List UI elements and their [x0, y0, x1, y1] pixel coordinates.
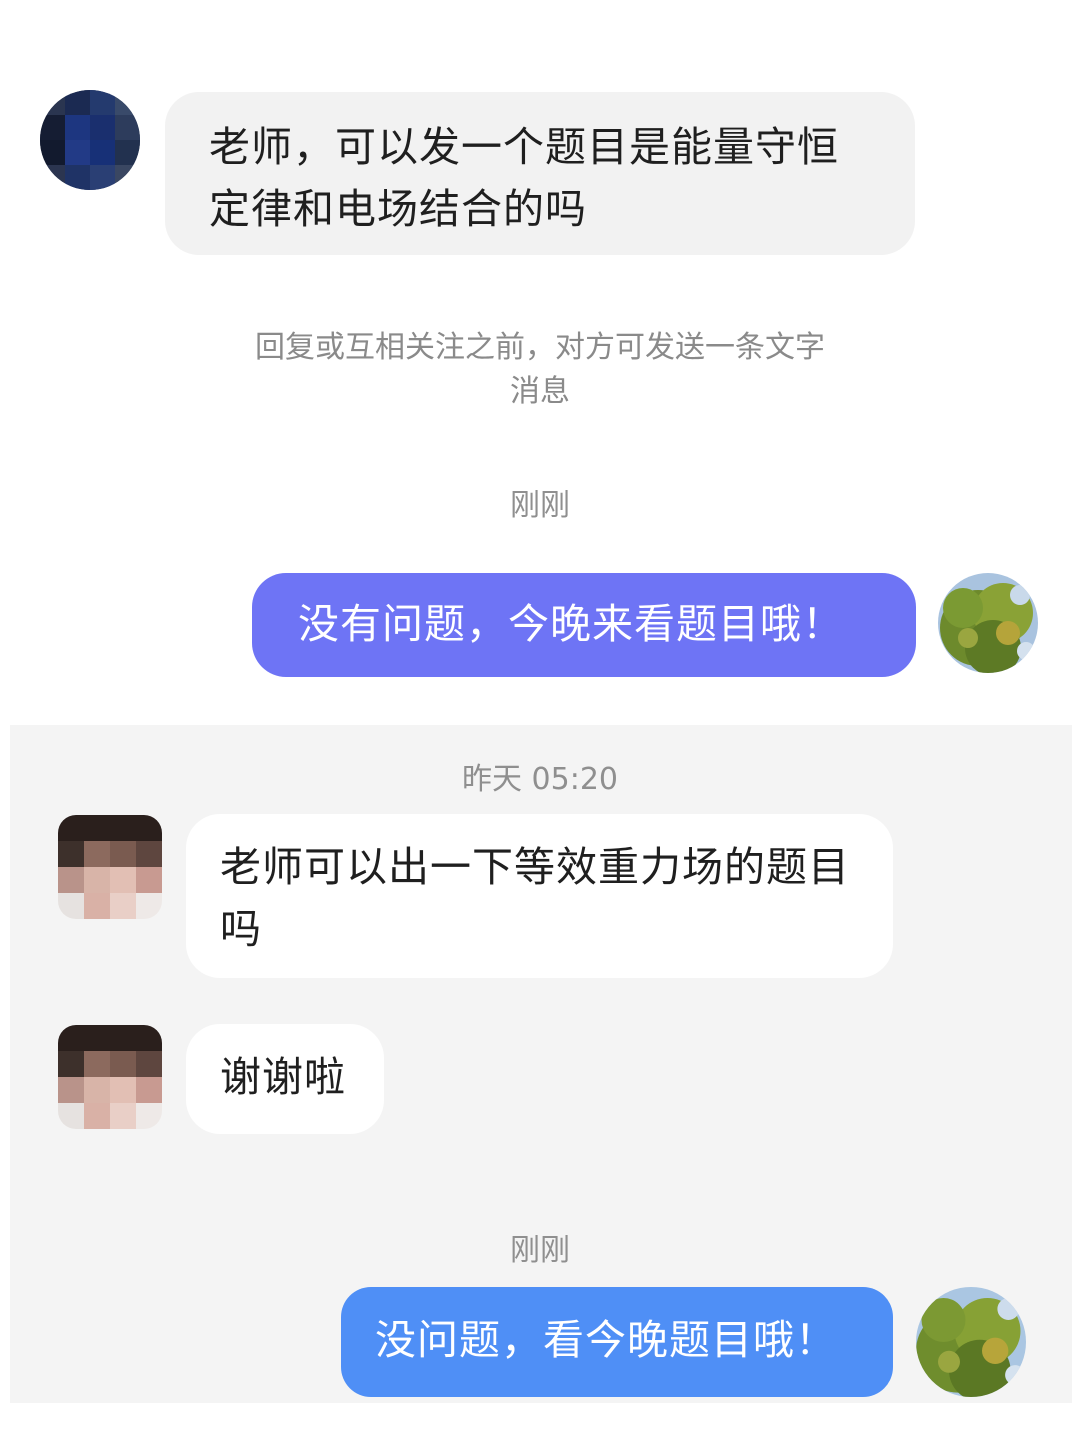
system-notice: 回复或互相关注之前，对方可发送一条文字 消息: [0, 326, 1080, 414]
timestamp: 刚刚: [510, 488, 570, 523]
incoming-message-bubble[interactable]: 老师，可以发一个题目是能量守恒定律和电场结合的吗: [165, 92, 915, 255]
message-text: 老师，可以发一个题目是能量守恒定律和电场结合的吗: [209, 123, 839, 233]
system-notice-line-2: 消息: [510, 374, 570, 409]
tree-avatar-icon[interactable]: [938, 573, 1038, 673]
tree-avatar-icon[interactable]: [916, 1287, 1026, 1397]
message-text: 没有问题，今晚来看题目哦！: [298, 600, 844, 648]
outgoing-message-bubble[interactable]: 没有问题，今晚来看题目哦！: [252, 573, 916, 677]
timestamp: 昨天 05:20: [462, 762, 618, 797]
message-text: 谢谢啦: [220, 1053, 346, 1101]
system-notice-line-1: 回复或互相关注之前，对方可发送一条文字: [255, 330, 825, 365]
conversation-panel-1: 老师，可以发一个题目是能量守恒定律和电场结合的吗 回复或互相关注之前，对方可发送…: [0, 0, 1080, 712]
message-text: 没问题，看今晚题目哦！: [375, 1316, 837, 1364]
incoming-message-bubble[interactable]: 谢谢啦: [186, 1024, 384, 1134]
chat-screenshot: 老师，可以发一个题目是能量守恒定律和电场结合的吗 回复或互相关注之前，对方可发送…: [0, 0, 1080, 1440]
user-avatar-icon[interactable]: [40, 90, 140, 190]
outgoing-message-bubble[interactable]: 没问题，看今晚题目哦！: [341, 1287, 893, 1397]
user-avatar-icon[interactable]: [58, 815, 162, 919]
timestamp: 刚刚: [510, 1233, 570, 1268]
incoming-message-bubble[interactable]: 老师可以出一下等效重力场的题目吗: [186, 814, 893, 978]
message-text: 老师可以出一下等效重力场的题目吗: [220, 843, 850, 953]
user-avatar-icon[interactable]: [58, 1025, 162, 1129]
